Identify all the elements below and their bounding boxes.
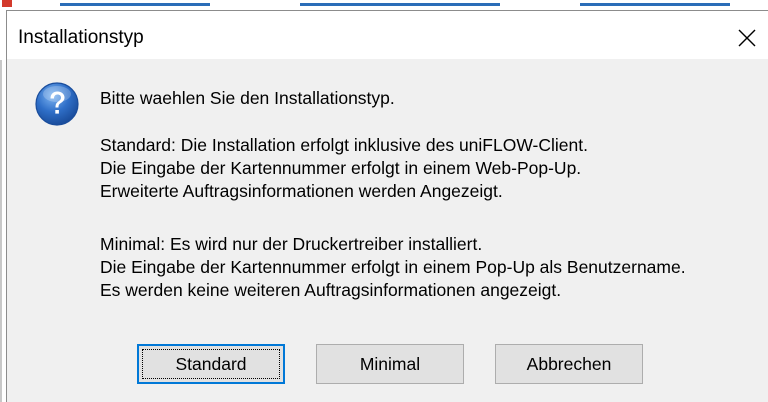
background-toolbar-line [580,3,730,6]
background-window-strip [0,0,768,10]
minimal-description-line: Die Eingabe der Kartennummer erfolgt in … [100,257,686,277]
background-app-icon [2,0,12,7]
minimal-button[interactable]: Minimal [316,344,464,384]
minimal-description-line: Es werden keine weiteren Auftragsinforma… [100,280,562,300]
title-bar[interactable]: Installationstyp [7,11,768,59]
close-button[interactable] [728,19,766,57]
standard-description-line: Die Eingabe der Kartennummer erfolgt in … [100,158,582,178]
dialog-content: Bitte waehlen Sie den Installationstyp. … [7,59,768,402]
window-title: Installationstyp [18,27,144,48]
standard-description-line: Standard: Die Installation erfolgt inklu… [100,135,588,155]
minimal-description-line: Minimal: Es wird nur der Druckertreiber … [100,234,483,254]
close-icon [738,29,756,47]
installation-type-dialog: Installationstyp Bitte waehlen Sie den I… [6,10,768,402]
cancel-button[interactable]: Abbrechen [495,344,643,384]
standard-description-line: Erweiterte Auftragsinformationen werden … [100,181,503,201]
background-toolbar-line [60,3,210,6]
dialog-prompt: Bitte waehlen Sie den Installationstyp. [100,88,395,108]
question-icon [35,82,79,126]
background-window-edge [0,60,2,402]
background-toolbar-line [300,3,500,6]
standard-button[interactable]: Standard [137,344,285,384]
